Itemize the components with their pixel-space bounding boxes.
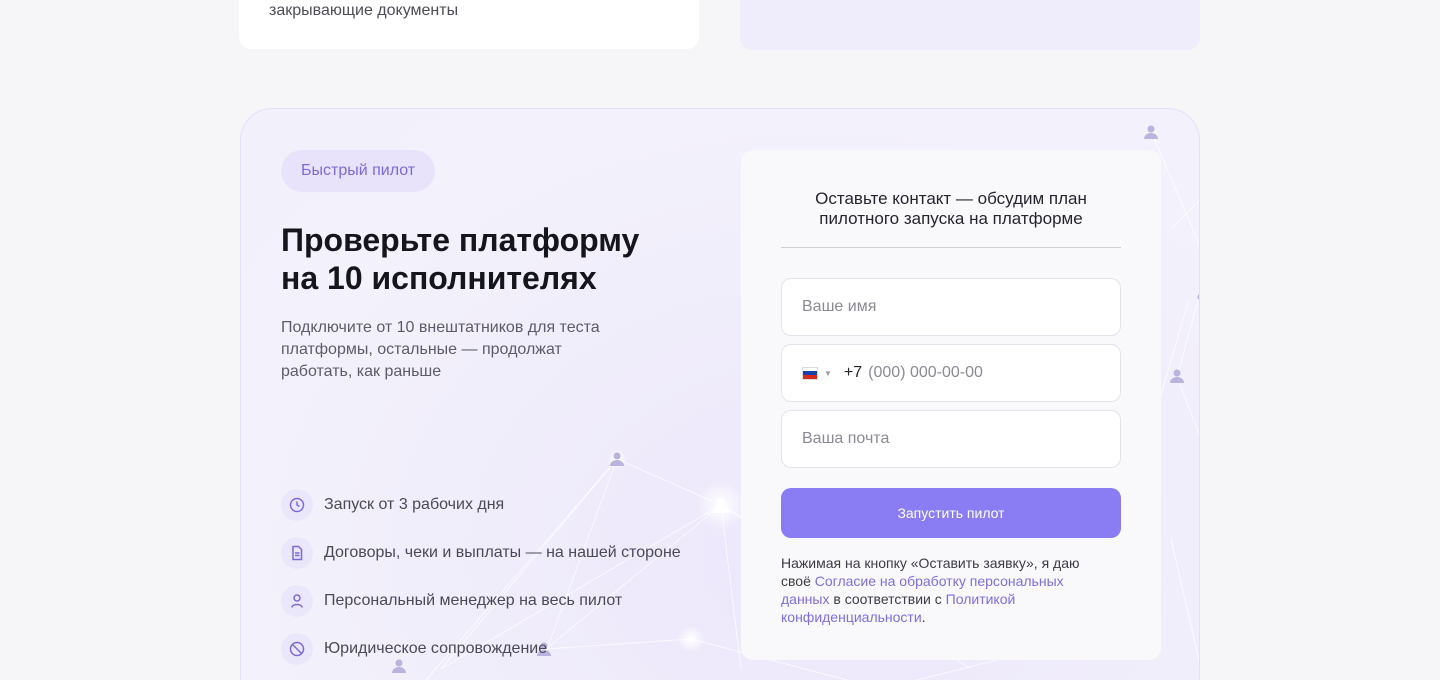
name-input[interactable] — [802, 298, 1100, 316]
pilot-lead: Подключите от 10 внештатников для теста … — [281, 317, 621, 383]
feature-label: Юридическое сопровождение — [324, 640, 548, 657]
feature-label: Договоры, чеки и выплаты — на нашей стор… — [324, 544, 681, 561]
russia-flag-icon[interactable] — [802, 366, 818, 380]
phone-field: ▼ +7 — [781, 344, 1121, 402]
lead-line-3: работать, как раньше — [281, 363, 442, 380]
headline-line-2: на 10 исполнителях — [281, 260, 597, 296]
contact-form-card: Оставьте контакт — обсудим план пилотног… — [741, 150, 1161, 660]
document-icon — [281, 537, 313, 569]
form-title: Оставьте контакт — обсудим план пилотног… — [781, 189, 1121, 229]
form-title-line-2: пилотного запуска на платформе — [819, 209, 1083, 228]
feature-label: Персональный менеджер на весь пилот — [324, 592, 623, 609]
fast-pilot-badge: Быстрый пилот — [281, 150, 436, 192]
feature-item: Запуск от 3 рабочих дня — [281, 489, 681, 521]
clock-icon — [281, 489, 313, 521]
phone-prefix: +7 — [843, 364, 863, 381]
prohibited-icon — [281, 633, 313, 665]
feature-item: Договоры, чеки и выплаты — на нашей стор… — [281, 537, 681, 569]
form-title-line-1: Оставьте контакт — обсудим план — [815, 189, 1087, 208]
top-card-left: закрывающие документы — [239, 0, 699, 49]
feature-item: Юридическое сопровождение — [281, 633, 681, 665]
person-icon — [281, 585, 313, 617]
email-field — [781, 410, 1121, 468]
top-card-right — [740, 0, 1200, 50]
pilot-headline: Проверьте платформу на 10 исполнителях — [281, 221, 701, 297]
email-input[interactable] — [802, 430, 1100, 448]
top-card-text: закрывающие документы — [269, 2, 459, 19]
launch-pilot-button[interactable]: Запустить пилот — [781, 488, 1121, 538]
lead-line-1: Подключите от 10 внештатников для теста — [281, 319, 600, 336]
name-field — [781, 278, 1121, 336]
form-divider — [781, 247, 1121, 248]
consent-text-2: в соответствии с — [829, 591, 946, 607]
pilot-section: Быстрый пилот Проверьте платформу на 10 … — [240, 108, 1200, 680]
feature-label: Запуск от 3 рабочих дня — [324, 496, 505, 513]
consent-text-3: . — [921, 609, 926, 625]
feature-item: Персональный менеджер на весь пилот — [281, 585, 681, 617]
chevron-down-icon[interactable]: ▼ — [824, 369, 832, 378]
feature-list: Запуск от 3 рабочих дня Договоры, чеки и… — [281, 489, 681, 680]
phone-input[interactable] — [868, 364, 1100, 382]
headline-line-1: Проверьте платформу — [281, 222, 640, 258]
consent-text: Нажимая на кнопку «Оставить заявку», я д… — [781, 554, 1101, 626]
lead-line-2: платформы, остальные — продолжат — [281, 341, 562, 358]
